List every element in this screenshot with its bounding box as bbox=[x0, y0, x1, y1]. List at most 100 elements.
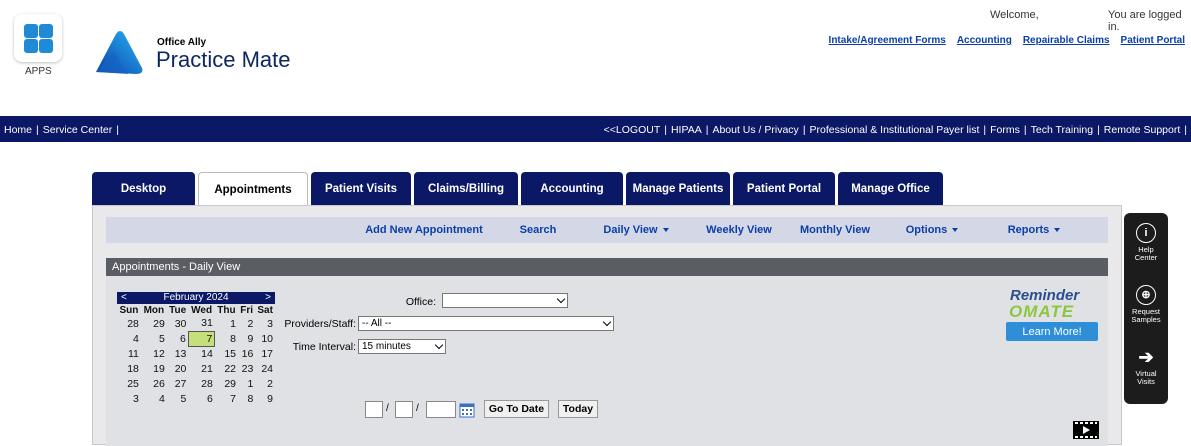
nav-payer-list[interactable]: Professional & Institutional Payer list bbox=[810, 124, 980, 136]
tab-patient-visits[interactable]: Patient Visits bbox=[311, 172, 411, 206]
year-input[interactable] bbox=[426, 401, 456, 418]
calendar-picker-icon[interactable] bbox=[459, 402, 475, 418]
office-label: Office: bbox=[405, 296, 436, 308]
monthly-view-link[interactable]: Monthly View bbox=[790, 224, 880, 236]
brand-product: Practice Mate bbox=[156, 47, 291, 72]
link-patient-portal[interactable]: Patient Portal bbox=[1121, 35, 1185, 46]
add-new-appointment-link[interactable]: Add New Appointment bbox=[356, 224, 492, 236]
calendar-day[interactable]: 20 bbox=[167, 361, 189, 376]
search-link[interactable]: Search bbox=[492, 224, 584, 236]
weekday-header: Sun bbox=[119, 304, 139, 316]
office-select[interactable] bbox=[442, 293, 568, 308]
options-menu[interactable]: Options bbox=[880, 224, 984, 236]
weekly-view-link[interactable]: Weekly View bbox=[688, 224, 790, 236]
calendar-day[interactable]: 13 bbox=[167, 346, 189, 361]
welcome-text: Welcome, bbox=[990, 9, 1039, 21]
link-intake-forms[interactable]: Intake/Agreement Forms bbox=[829, 35, 946, 46]
tab-manage-office[interactable]: Manage Office bbox=[838, 172, 943, 206]
calendar-day[interactable]: 4 bbox=[141, 391, 167, 406]
tab-desktop[interactable]: Desktop bbox=[92, 172, 195, 206]
calendar-day[interactable]: 6 bbox=[167, 331, 189, 346]
tab-manage-patients[interactable]: Manage Patients bbox=[626, 172, 730, 206]
calendar-prev-button[interactable]: < bbox=[121, 292, 127, 304]
virtual-visits-button[interactable]: ➔ Virtual Visits bbox=[1124, 347, 1168, 386]
request-samples-button[interactable]: ⊕ Request Samples bbox=[1124, 285, 1168, 324]
calendar-day[interactable]: 30 bbox=[167, 316, 189, 331]
providers-label: Providers/Staff: bbox=[284, 318, 356, 330]
calendar-day[interactable]: 3 bbox=[117, 391, 141, 406]
main-tabs: Desktop Appointments Patient Visits Clai… bbox=[92, 172, 946, 206]
nav-logout[interactable]: <<LOGOUT bbox=[604, 124, 661, 136]
apps-icon[interactable] bbox=[14, 14, 62, 62]
info-icon: i bbox=[1136, 223, 1156, 243]
help-center-button[interactable]: i Help Center bbox=[1124, 223, 1168, 262]
calendar-day[interactable]: 8 bbox=[238, 391, 255, 406]
section-title: Appointments - Daily View bbox=[106, 258, 1108, 276]
calendar-day[interactable]: 9 bbox=[255, 391, 275, 406]
tab-claims-billing[interactable]: Claims/Billing bbox=[414, 172, 518, 206]
calendar-day[interactable]: 22 bbox=[215, 361, 238, 376]
interval-select[interactable]: 15 minutes bbox=[358, 339, 446, 354]
calendar-day[interactable]: 5 bbox=[167, 391, 189, 406]
weekday-header: Mon bbox=[143, 304, 165, 316]
weekday-header: Sat bbox=[257, 304, 273, 316]
calendar-day[interactable]: 29 bbox=[215, 376, 238, 391]
tab-appointments[interactable]: Appointments bbox=[198, 172, 308, 206]
plus-circle-icon: ⊕ bbox=[1136, 285, 1156, 305]
nav-hipaa[interactable]: HIPAA bbox=[671, 124, 702, 136]
calendar-day[interactable]: 23 bbox=[238, 361, 255, 376]
main-nav-bar: Home | Service Center | <<LOGOUT | HIPAA | Abou… bbox=[0, 116, 1191, 142]
calendar-day[interactable]: 29 bbox=[141, 316, 167, 331]
reports-menu[interactable]: Reports bbox=[984, 224, 1084, 236]
tab-accounting[interactable]: Accounting bbox=[521, 172, 623, 206]
calendar-day[interactable]: 5 bbox=[141, 331, 167, 346]
chevron-down-icon bbox=[1054, 228, 1061, 233]
nav-forms[interactable]: Forms bbox=[990, 124, 1020, 136]
providers-select[interactable]: -- All -- bbox=[358, 316, 614, 331]
calendar-next-button[interactable]: > bbox=[265, 292, 271, 304]
calendar-day[interactable]: 31 bbox=[188, 316, 214, 331]
calendar-day[interactable]: 21 bbox=[188, 361, 214, 376]
today-button[interactable]: Today bbox=[558, 400, 598, 418]
link-repairable-claims[interactable]: Repairable Claims bbox=[1023, 35, 1110, 46]
calendar-day[interactable]: 28 bbox=[188, 376, 214, 391]
calendar-day[interactable]: 19 bbox=[141, 361, 167, 376]
calendar-day[interactable]: 2 bbox=[255, 376, 275, 391]
calendar-day[interactable]: 6 bbox=[188, 391, 214, 406]
practice-mate-logo-icon bbox=[96, 31, 143, 74]
nav-remote-support[interactable]: Remote Support bbox=[1104, 124, 1180, 136]
calendar-day[interactable]: 4 bbox=[117, 331, 141, 346]
calendar-day[interactable]: 7 bbox=[187, 330, 216, 347]
link-accounting[interactable]: Accounting bbox=[957, 35, 1012, 46]
calendar-week-row: 18 19 20 21 22 23 24 bbox=[117, 361, 275, 376]
calendar-day[interactable]: 14 bbox=[188, 346, 214, 361]
calendar-day[interactable]: 1 bbox=[238, 376, 255, 391]
calendar-day[interactable]: 27 bbox=[167, 376, 189, 391]
tab-patient-portal[interactable]: Patient Portal bbox=[733, 172, 835, 206]
learn-more-button[interactable]: Learn More! bbox=[1006, 322, 1098, 341]
nav-tech-training[interactable]: Tech Training bbox=[1031, 124, 1093, 136]
video-icon[interactable] bbox=[1073, 421, 1099, 439]
month-input[interactable] bbox=[365, 401, 383, 418]
go-to-date-button[interactable]: Go To Date bbox=[484, 400, 549, 418]
quick-access-panel: i Help Center ⊕ Request Samples ➔ Virtual V… bbox=[1124, 213, 1168, 404]
appointments-sub-menu: Add New Appointment Search Daily View We… bbox=[106, 217, 1108, 243]
daily-view-menu[interactable]: Daily View bbox=[584, 224, 688, 236]
nav-about-privacy[interactable]: About Us / Privacy bbox=[712, 124, 798, 136]
calendar-day[interactable]: 11 bbox=[117, 346, 141, 361]
calendar-day[interactable]: 7 bbox=[215, 391, 238, 406]
weekday-header: Wed bbox=[191, 304, 213, 316]
calendar-day[interactable]: 12 bbox=[141, 346, 167, 361]
date-separator: / bbox=[416, 403, 419, 414]
nav-service-center[interactable]: Service Center bbox=[43, 124, 112, 136]
calendar-day[interactable]: 25 bbox=[117, 376, 141, 391]
chevron-down-icon bbox=[602, 317, 612, 327]
nav-home[interactable]: Home bbox=[4, 124, 32, 136]
chevron-down-icon bbox=[556, 294, 566, 304]
calendar-day[interactable]: 28 bbox=[117, 316, 141, 331]
calendar-day[interactable]: 18 bbox=[117, 361, 141, 376]
calendar-day[interactable]: 26 bbox=[141, 376, 167, 391]
calendar-day[interactable]: 24 bbox=[255, 361, 275, 376]
day-input[interactable] bbox=[395, 401, 413, 418]
arrow-right-icon: ➔ bbox=[1138, 347, 1154, 367]
